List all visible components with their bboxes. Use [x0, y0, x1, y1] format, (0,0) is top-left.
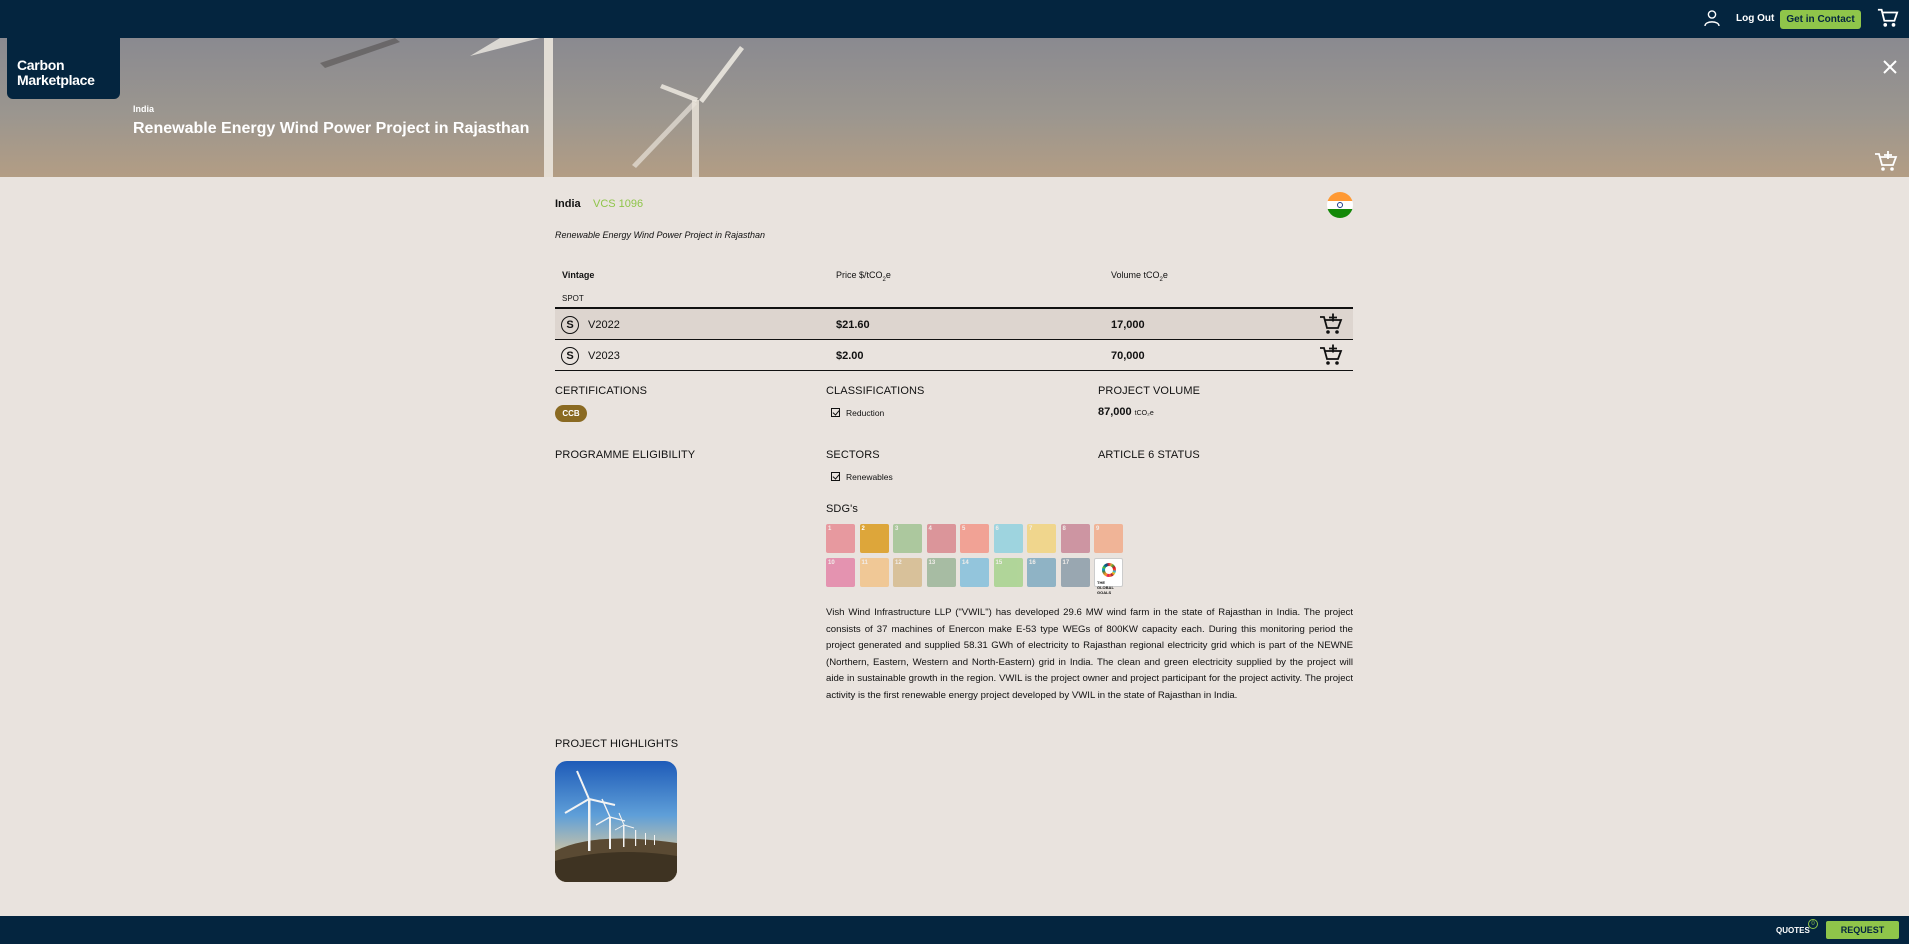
- get-in-contact-button[interactable]: Get in Contact: [1780, 10, 1861, 29]
- table-header: Vintage Price $/tCO2e Volume tCO2e: [555, 260, 1353, 288]
- sdg-9-icon: 9: [1094, 524, 1123, 553]
- sdg-7-icon: 7: [1027, 524, 1056, 553]
- carbon-marketplace-logo[interactable]: Carbon Marketplace: [7, 38, 120, 99]
- sdg-1-icon: 1: [826, 524, 855, 553]
- project-volume-heading: PROJECT VOLUME: [1098, 385, 1201, 397]
- checkbox-icon: [831, 408, 840, 417]
- checkbox-icon: [831, 472, 840, 481]
- row-vintage: V2023: [588, 350, 620, 362]
- india-flag-icon: [1327, 192, 1353, 218]
- sdg-17-icon: 17: [1060, 557, 1090, 587]
- spot-group-label: SPOT: [555, 288, 1353, 309]
- sdg-15-icon: 15: [993, 557, 1023, 587]
- table-row[interactable]: S V2022 $21.60 17,000: [555, 309, 1353, 340]
- close-icon[interactable]: [1882, 59, 1898, 75]
- col-volume: Volume tCO2e: [1111, 270, 1168, 283]
- bottom-bar: QUOTES 0 REQUEST: [0, 916, 1909, 944]
- project-volume-value: 87,000 tCO₂e: [1098, 406, 1154, 418]
- wind-turbine-background: [320, 38, 744, 177]
- registry-id[interactable]: VCS 1096: [593, 198, 643, 210]
- article-6-heading: ARTICLE 6 STATUS: [1098, 449, 1200, 461]
- pricing-table: Vintage Price $/tCO2e Volume tCO2e SPOT …: [555, 260, 1353, 371]
- hero-title: Renewable Energy Wind Power Project in R…: [133, 120, 530, 137]
- sdg-10-icon: 10: [826, 557, 855, 587]
- add-to-cart-icon[interactable]: [1874, 149, 1898, 173]
- logo-line-1: Carbon: [17, 57, 65, 73]
- sdg-14-icon: 14: [960, 557, 989, 587]
- request-button[interactable]: REQUEST: [1826, 921, 1899, 939]
- sdg-4-icon: 4: [926, 524, 956, 553]
- row-vintage: V2022: [588, 319, 620, 331]
- user-icon[interactable]: [1703, 9, 1721, 27]
- programme-eligibility-heading: PROGRAMME ELIGIBILITY: [555, 449, 696, 461]
- sdg-11-icon: 11: [859, 557, 889, 587]
- row-volume: 17,000: [1111, 319, 1145, 331]
- logout-link[interactable]: Log Out: [1736, 13, 1774, 24]
- sectors-heading: SECTORS: [826, 449, 880, 461]
- spot-badge-icon: S: [561, 316, 579, 334]
- project-subtitle: Renewable Energy Wind Power Project in R…: [555, 230, 766, 240]
- sector-label: Renewables: [846, 472, 893, 482]
- row-price: $21.60: [836, 319, 870, 331]
- hero-country: India: [133, 104, 155, 114]
- sdg-2-icon: 2: [859, 524, 889, 553]
- sdg-6-icon: 6: [993, 524, 1023, 553]
- project-highlights-heading: PROJECT HIGHLIGHTS: [555, 738, 679, 750]
- sdg-3-icon: 3: [893, 524, 922, 553]
- classification-label: Reduction: [846, 408, 885, 418]
- ccb-badge: CCB: [555, 405, 587, 422]
- add-to-cart-icon[interactable]: [1319, 312, 1343, 336]
- sdg-16-icon: 16: [1027, 557, 1056, 587]
- sdg-12-icon: 12: [893, 557, 922, 587]
- col-vintage: Vintage: [562, 270, 595, 280]
- classification-item: Reduction: [831, 408, 884, 418]
- quotes-count-badge: 0: [1808, 919, 1818, 929]
- certifications-heading: CERTIFICATIONS: [555, 385, 648, 397]
- top-nav-bar: Log Out Get in Contact: [0, 0, 1909, 38]
- sdg-8-icon: 8: [1060, 524, 1090, 553]
- sdg-5-icon: 5: [960, 524, 989, 553]
- global-goals-icon: THE GLOBAL GOALS: [1094, 557, 1123, 595]
- cart-icon[interactable]: [1877, 7, 1899, 29]
- col-price: Price $/tCO2e: [836, 270, 891, 283]
- row-price: $2.00: [836, 350, 864, 362]
- sdg-13-icon: 13: [926, 557, 956, 587]
- table-row[interactable]: S V2023 $2.00 70,000: [555, 340, 1353, 371]
- add-to-cart-icon[interactable]: [1319, 343, 1343, 367]
- sector-item: Renewables: [831, 472, 893, 482]
- spot-badge-icon: S: [561, 347, 579, 365]
- classifications-heading: CLASSIFICATIONS: [826, 385, 925, 397]
- hero-banner: Carbon Marketplace India Renewable Energ…: [0, 38, 1909, 177]
- project-country: India: [555, 198, 581, 210]
- quotes-link[interactable]: QUOTES: [1776, 926, 1810, 935]
- project-highlight-image[interactable]: [555, 761, 677, 882]
- project-description: Vish Wind Infrastructure LLP ("VWIL") ha…: [826, 607, 1353, 701]
- sdgs-heading: SDG's: [826, 503, 858, 515]
- logo-line-2: Marketplace: [17, 72, 95, 88]
- row-volume: 70,000: [1111, 350, 1145, 362]
